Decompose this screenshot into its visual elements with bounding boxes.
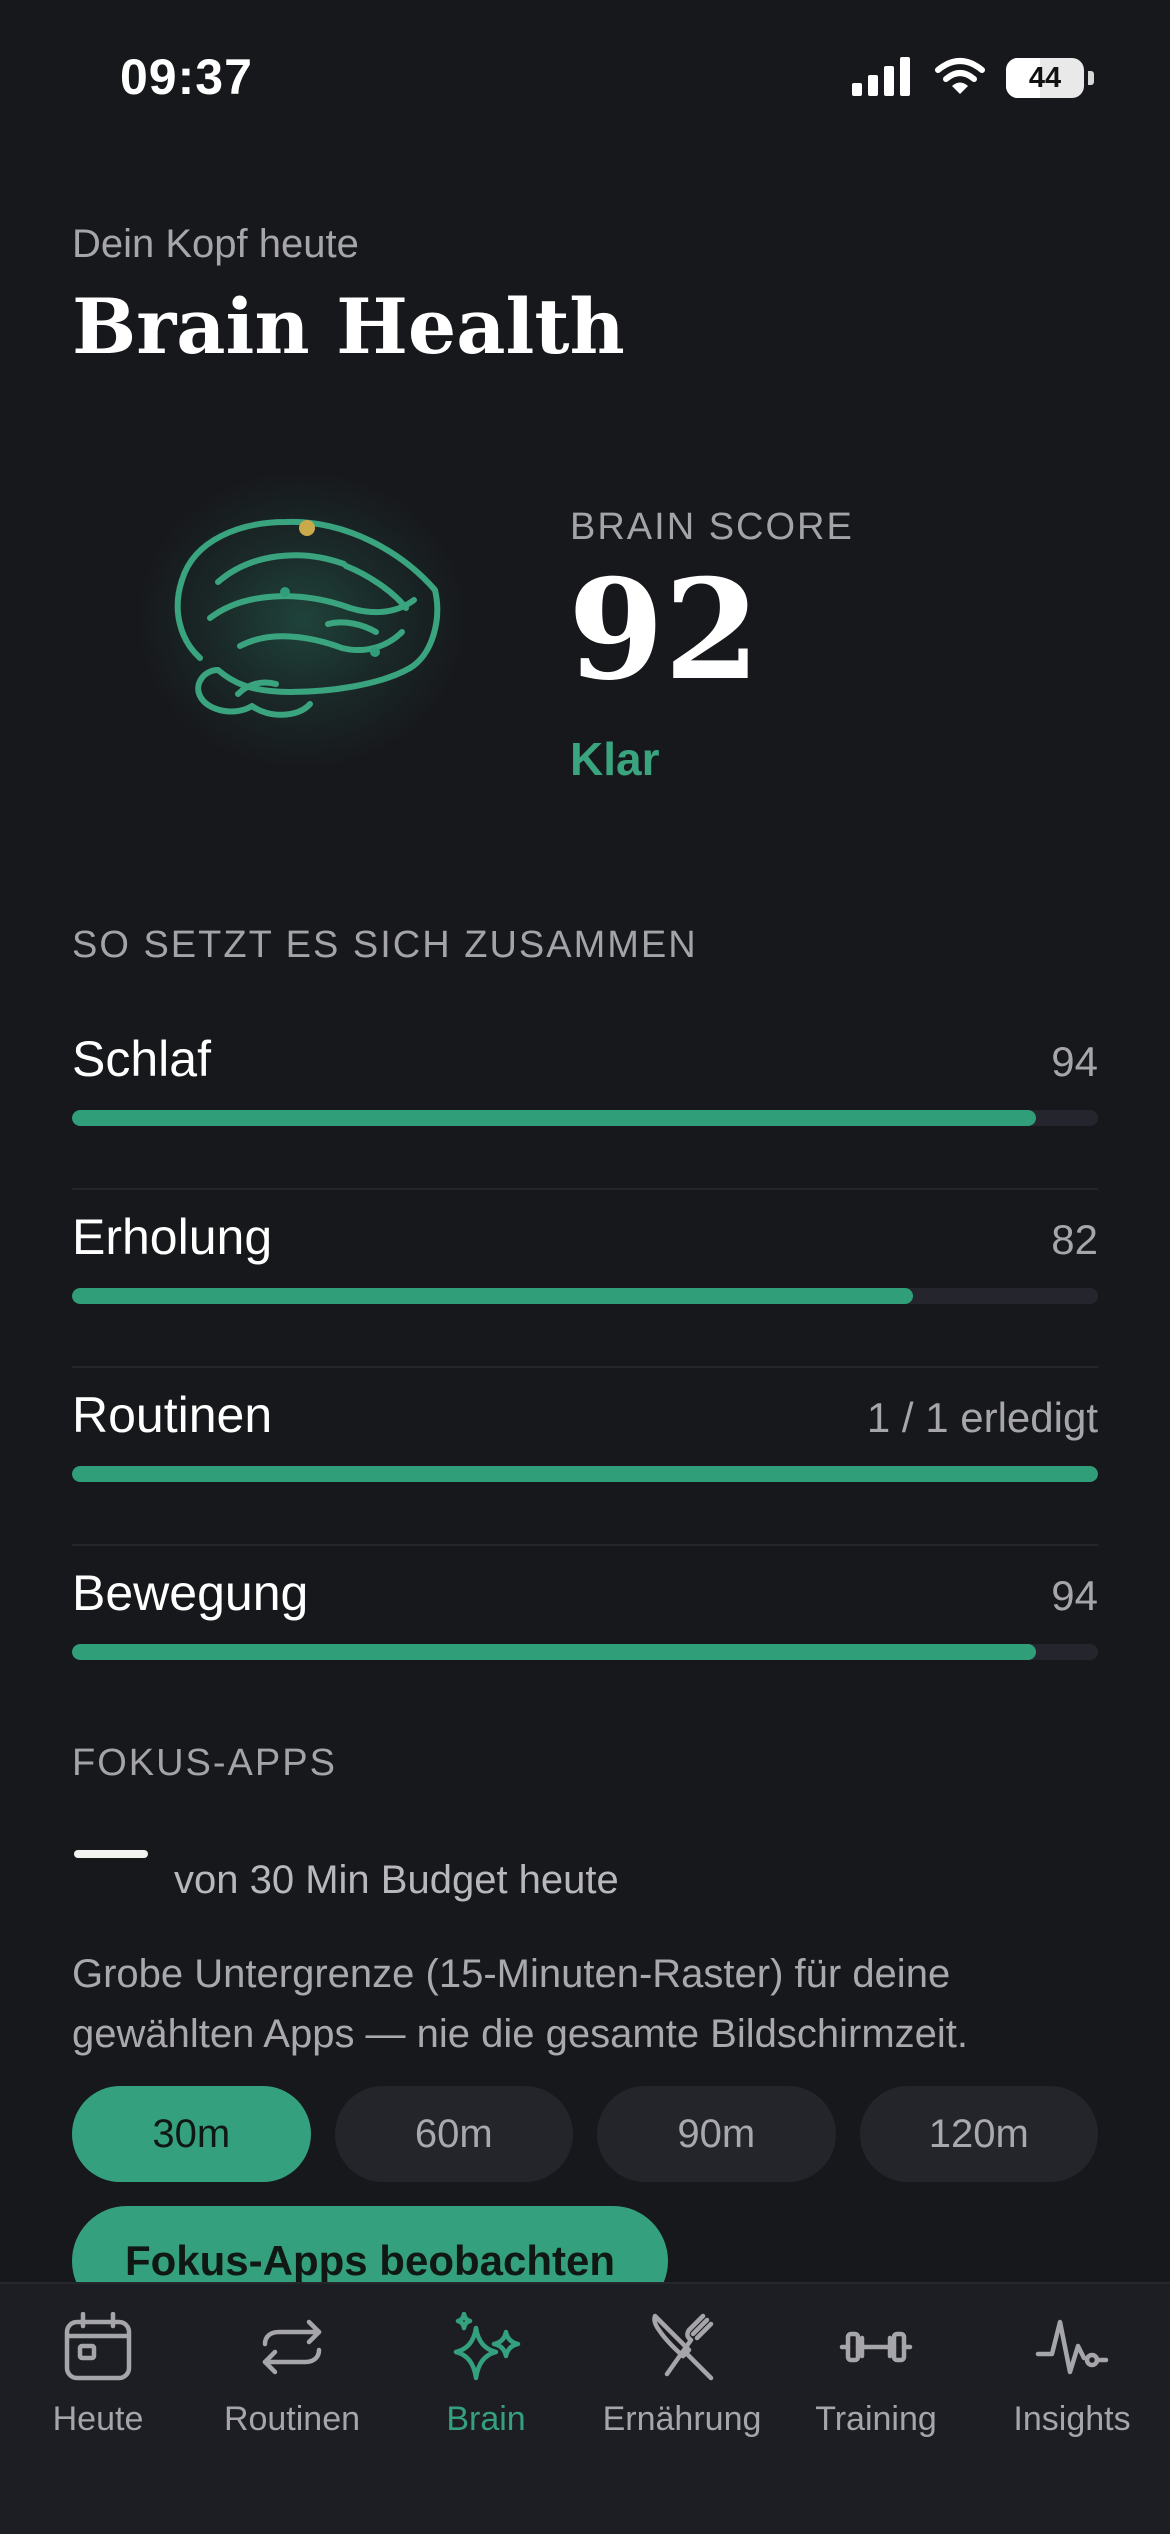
wifi-icon bbox=[934, 56, 986, 101]
battery-percent: 44 bbox=[1028, 62, 1062, 94]
metric-name: Bewegung bbox=[72, 1565, 309, 1621]
page-title: Brain Health bbox=[72, 282, 625, 371]
status-bar: 09:37 44 bbox=[0, 0, 1170, 150]
battery-icon: 44 bbox=[1006, 58, 1084, 98]
tab-ernaehrung[interactable]: Ernährung bbox=[584, 2304, 780, 2454]
metric-name: Erholung bbox=[72, 1209, 273, 1265]
activity-icon bbox=[1035, 2319, 1109, 2375]
metric-schlaf: Schlaf 94 bbox=[72, 1010, 1098, 1190]
signal-icon bbox=[852, 56, 914, 101]
tab-heute[interactable]: Heute bbox=[0, 2304, 196, 2454]
brain-illustration bbox=[137, 470, 470, 770]
metric-progress-track bbox=[72, 1288, 1098, 1304]
metric-value: 94 bbox=[1051, 1572, 1098, 1619]
tab-label: Routinen bbox=[223, 2400, 361, 2438]
budget-option-120m[interactable]: 120m bbox=[859, 2086, 1098, 2182]
budget-text: von 30 Min Budget heute bbox=[174, 1858, 619, 1902]
metric-progress-bar bbox=[72, 1288, 914, 1304]
dumbbell-icon bbox=[839, 2331, 913, 2363]
tab-label: Insights bbox=[1013, 2400, 1131, 2438]
metric-progress-bar bbox=[72, 1466, 1098, 1482]
tab-brain[interactable]: Brain bbox=[388, 2304, 584, 2454]
tab-label: Training bbox=[815, 2400, 937, 2438]
metric-name: Schlaf bbox=[72, 1031, 211, 1087]
metric-progress-bar bbox=[72, 1644, 1037, 1660]
tab-bar: Heute Routinen Brain Ernährung Training … bbox=[0, 2282, 1170, 2534]
budget-options: 30m 60m 90m 120m bbox=[72, 2086, 1098, 2182]
repeat-icon bbox=[262, 2319, 322, 2375]
brain-icon bbox=[137, 470, 467, 770]
metric-bewegung: Bewegung 94 bbox=[72, 1544, 1098, 1722]
brain-score-status: Klar bbox=[570, 733, 660, 785]
utensils-icon bbox=[652, 2313, 714, 2381]
status-time: 09:37 bbox=[120, 49, 253, 105]
sparkles-icon bbox=[453, 2312, 521, 2381]
metric-progress-track bbox=[72, 1466, 1098, 1482]
composition-section-label: SO SETZT ES SICH ZUSAMMEN bbox=[72, 924, 698, 966]
metric-routinen: Routinen 1 / 1 erledigt bbox=[72, 1366, 1098, 1546]
metric-erholung: Erholung 82 bbox=[72, 1188, 1098, 1368]
tab-label: Ernährung bbox=[602, 2400, 762, 2438]
tab-routinen[interactable]: Routinen bbox=[194, 2304, 390, 2454]
focus-note: Grobe Untergrenze (15-Minuten-Raster) fü… bbox=[72, 1952, 969, 2056]
status-icons: 44 bbox=[852, 56, 1094, 100]
tab-label: Heute bbox=[52, 2400, 144, 2438]
calendar-icon bbox=[64, 2312, 132, 2381]
budget-option-30m[interactable]: 30m bbox=[72, 2086, 311, 2182]
brain-score-value: 92 bbox=[568, 548, 761, 711]
metric-name: Routinen bbox=[72, 1387, 273, 1443]
tab-training[interactable]: Training bbox=[778, 2304, 974, 2454]
brain-score-label: BRAIN SCORE bbox=[570, 506, 854, 548]
budget-option-90m[interactable]: 90m bbox=[597, 2086, 836, 2182]
metric-value: 1 / 1 erledigt bbox=[866, 1394, 1098, 1441]
metric-value: 82 bbox=[1051, 1216, 1098, 1263]
page-eyebrow: Dein Kopf heute bbox=[72, 222, 359, 266]
focus-section-label: FOKUS-APPS bbox=[72, 1742, 337, 1784]
budget-option-60m[interactable]: 60m bbox=[334, 2086, 573, 2182]
tab-insights[interactable]: Insights bbox=[974, 2304, 1170, 2454]
metric-progress-bar bbox=[72, 1110, 1037, 1126]
metric-progress-track bbox=[72, 1644, 1098, 1660]
metric-progress-track bbox=[72, 1110, 1098, 1126]
budget-usage-placeholder bbox=[74, 1850, 148, 1858]
metric-value: 94 bbox=[1051, 1038, 1098, 1085]
battery-tip bbox=[1088, 71, 1094, 85]
tab-label: Brain bbox=[446, 2400, 526, 2438]
